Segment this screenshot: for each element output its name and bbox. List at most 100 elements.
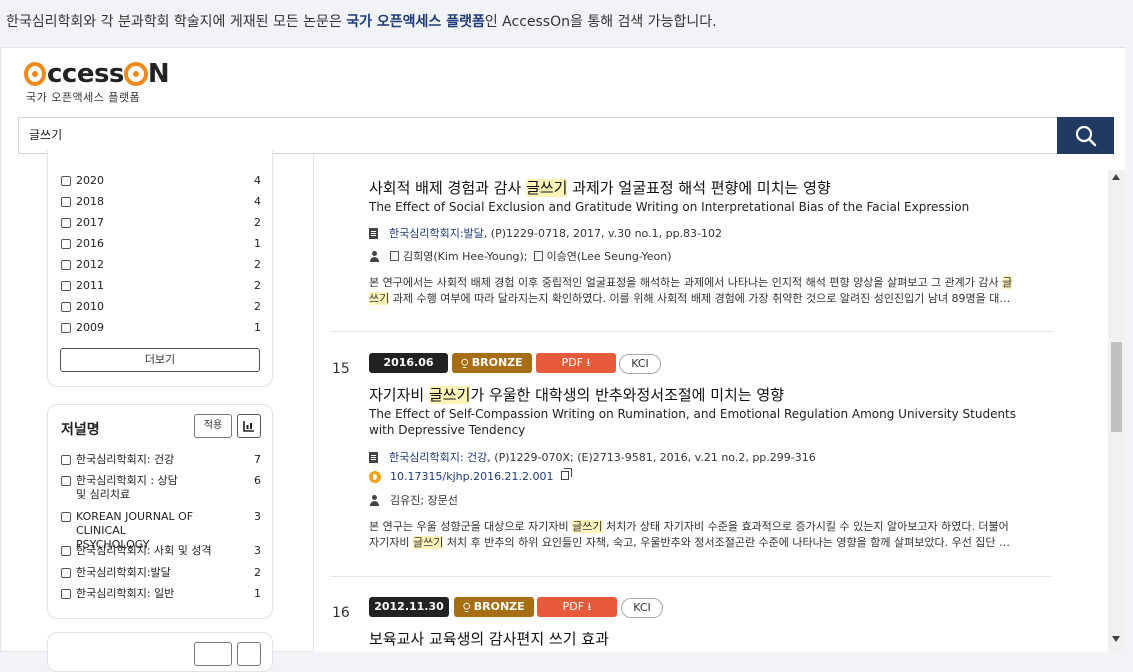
journal-facet-panel: 저널명 적용 한국심리학회지: 건강 7 한국심리학회지 : 상담 및 심리치료 6… (47, 404, 273, 619)
download-icon: ⭳ (583, 356, 591, 369)
facet-row[interactable]: 2011 2 (61, 279, 261, 293)
facet-row[interactable]: 2020 4 (61, 174, 261, 188)
result-authors: 김유진; 장문선 (369, 492, 458, 508)
journal-link[interactable]: 한국심리학회지: 건강 (389, 449, 487, 465)
checkbox[interactable] (61, 589, 71, 599)
result-abstract: 본 연구는 우울 성향군을 대상으로 자기자비 글쓰기 처치가 상태 자기자비 … (369, 519, 1047, 551)
result-abstract: 본 연구에서는 사회적 배제 경험 이후 중립적인 얼굴표정을 해석하는 과제에… (369, 275, 1047, 307)
facet-label: 2009 (76, 321, 104, 334)
highlight: 쓰기 (369, 292, 390, 305)
facet-label: 한국심리학회지: 건강 (76, 453, 175, 466)
checkbox[interactable] (61, 281, 71, 291)
accesson-logo[interactable]: ccess N 국가 오픈액세스 플랫폼 (24, 57, 170, 105)
copy-icon[interactable] (560, 468, 572, 480)
search-input[interactable]: 글쓰기 (18, 117, 1058, 154)
divider (330, 576, 1052, 577)
facet-row[interactable]: 한국심리학회지 : 상담 및 심리치료 6 (61, 474, 261, 502)
facet-row[interactable]: 한국심리학회지: 건강 7 (61, 453, 261, 467)
checkbox[interactable] (61, 476, 71, 486)
bronze-badge: ⍜ BRONZE (454, 597, 534, 617)
scroll-down-arrow-icon[interactable] (1112, 636, 1120, 642)
search-button[interactable] (1057, 117, 1114, 154)
notice-link[interactable]: 국가 오픈액세스 플랫폼 (346, 14, 485, 30)
facet-row[interactable]: 2010 2 (61, 300, 261, 314)
pdf-button[interactable]: PDF ⭳ (536, 353, 616, 373)
checkbox[interactable] (61, 260, 71, 270)
facet-count: 2 (254, 216, 261, 229)
apply-button[interactable] (194, 642, 232, 666)
facet-label: 한국심리학회지: 일반 (76, 587, 175, 600)
result-authors: 김희영(Kim Hee-Young); 이승연(Lee Seung-Yeon) (369, 248, 672, 264)
facet-label: 한국심리학회지:발달 (76, 566, 171, 579)
sort-button[interactable] (237, 414, 261, 438)
facet-label: 2017 (76, 216, 104, 229)
scrollbar[interactable] (1108, 170, 1125, 652)
facet-count: 1 (254, 237, 261, 250)
facet-row[interactable]: 한국심리학회지: 사회 및 성격 3 (61, 544, 261, 558)
facet-count: 2 (254, 566, 261, 579)
facet-count: 6 (254, 474, 261, 487)
checkbox[interactable] (61, 239, 71, 249)
lock-icon: ⍜ (463, 600, 474, 613)
journal-link[interactable]: 한국심리학회지:발달 (389, 225, 484, 241)
checkbox[interactable] (61, 323, 71, 333)
checkbox[interactable] (61, 218, 71, 228)
scrollbar-thumb[interactable] (1111, 342, 1122, 432)
result-number: 16 (332, 605, 350, 621)
logo-wordmark: ccess N (24, 57, 170, 91)
title-text: 사회적 배제 경험과 감사 (369, 179, 527, 197)
year-facet-panel: 2020 4 2018 4 2017 2 2016 1 2012 2 2011 2 2010… (47, 150, 273, 387)
facet-row[interactable]: 한국심리학회지: 일반 1 (61, 587, 261, 601)
apply-button[interactable]: 적용 (194, 414, 232, 438)
facet-label: 2020 (76, 174, 104, 187)
highlight: 글 (1002, 276, 1013, 289)
kci-badge[interactable]: KCI (619, 354, 661, 374)
checkbox[interactable] (61, 568, 71, 578)
checkbox[interactable] (61, 512, 71, 522)
facet-row[interactable]: 2012 2 (61, 258, 261, 272)
facet-row[interactable]: 2017 2 (61, 216, 261, 230)
author[interactable]: 이승연(Lee Seung-Yeon) (547, 248, 672, 264)
facet-label: 2010 (76, 300, 104, 313)
title-text: 가 우울한 대학생의 반추와정서조절에 미치는 영향 (470, 386, 785, 404)
facet-count: 1 (254, 321, 261, 334)
author[interactable]: 김유진; 장문선 (390, 492, 458, 508)
notice-text: 한국심리학회와 각 분과학회 학술지에 게재된 모든 논문은 (6, 14, 347, 30)
search-icon (1075, 125, 1096, 146)
facet-label: 2016 (76, 237, 104, 250)
facet-count: 1 (254, 587, 261, 600)
logo-a-icon (24, 62, 46, 86)
title-text: 자기자비 (369, 386, 429, 404)
divider (330, 331, 1052, 332)
facet-row[interactable]: 2009 1 (61, 321, 261, 335)
facet-row[interactable]: 2016 1 (61, 237, 261, 251)
facet-count: 2 (254, 300, 261, 313)
facet-label: 2012 (76, 258, 104, 271)
author[interactable]: 김희영(Kim Hee-Young); (403, 248, 528, 264)
bar-chart-icon (243, 421, 254, 432)
pdf-button[interactable]: PDF ⭳ (537, 597, 617, 617)
result-title[interactable]: 사회적 배제 경험과 감사 글쓰기 과제가 얼굴표정 해석 편향에 미치는 영향 (369, 177, 831, 198)
facet-row[interactable]: 한국심리학회지:발달 2 (61, 566, 261, 580)
kci-badge[interactable]: KCI (621, 598, 663, 618)
more-button[interactable]: 더보기 (60, 348, 260, 372)
badge-label: PDF (561, 356, 584, 369)
checkbox[interactable] (61, 455, 71, 465)
result-title[interactable]: 보육교사 교육생의 감사편지 쓰기 효과 (369, 628, 609, 649)
result-journal: 한국심리학회지: 건강, (P)1229-070X; (E)2713-9581,… (369, 449, 816, 465)
checkbox[interactable] (61, 176, 71, 186)
facet-label: 2018 (76, 195, 104, 208)
facet-count: 2 (254, 258, 261, 271)
date-badge: 2016.06 (369, 353, 448, 373)
result-title[interactable]: 자기자비 글쓰기가 우울한 대학생의 반추와정서조절에 미치는 영향 (369, 384, 784, 405)
facet-count: 7 (254, 453, 261, 466)
checkbox[interactable] (61, 197, 71, 207)
highlight: 글쓰기 (428, 386, 471, 404)
scroll-up-arrow-icon[interactable] (1112, 174, 1120, 180)
checkbox[interactable] (61, 546, 71, 556)
sort-button[interactable] (237, 642, 261, 666)
facet-row[interactable]: 2018 4 (61, 195, 261, 209)
doi-link[interactable]: 10.17315/kjhp.2016.21.2.001 (390, 470, 554, 483)
facet-count: 4 (254, 195, 261, 208)
checkbox[interactable] (61, 302, 71, 312)
